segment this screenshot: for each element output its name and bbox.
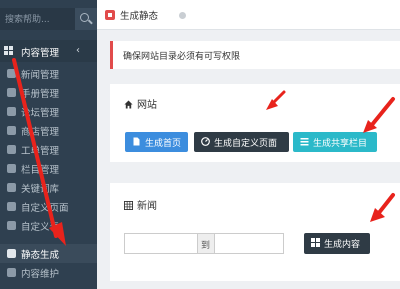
sidebar-item-keywords[interactable]: 关键词库 — [0, 178, 97, 197]
sidebar-item-news[interactable]: 新闻管理 — [0, 64, 97, 83]
comments-icon — [7, 107, 16, 116]
generate-content-button[interactable]: 生成内容 — [304, 233, 370, 254]
sidebar-item-label: 新闻管理 — [21, 70, 60, 81]
sidebar-item-custom-table[interactable]: 自定义表 — [0, 216, 97, 235]
sidebar-item-label: 论坛管理 — [21, 108, 60, 119]
sidebar-parent-label: 内容管理 — [21, 48, 60, 59]
sidebar-item-content-management[interactable]: 内容管理 ‹ — [0, 40, 97, 62]
grid-icon — [4, 46, 14, 56]
site-panel-title: 网站 — [124, 96, 157, 111]
sidebar-item-columns[interactable]: 栏目管理 — [0, 159, 97, 178]
range-to-input[interactable] — [214, 233, 284, 254]
button-label: 生成共享栏目 — [313, 139, 368, 149]
site-panel-title-text: 网站 — [137, 100, 157, 111]
range-separator-text: 到 — [201, 241, 211, 251]
button-label: 生成内容 — [324, 240, 361, 250]
range-separator: 到 — [197, 233, 215, 254]
table-icon — [7, 221, 16, 230]
tab-bar: 生成静态 — [97, 0, 400, 30]
generate-custom-page-button[interactable]: 生成自定义页面 — [194, 132, 289, 152]
book-icon — [7, 88, 16, 97]
sidebar-item-label: 内容维护 — [21, 269, 60, 280]
search-input[interactable]: 搜索帮助... — [5, 12, 50, 25]
page-icon — [7, 202, 16, 211]
search-icon[interactable] — [75, 8, 97, 30]
button-label: 生成首页 — [145, 139, 182, 149]
sidebar-item-label: 工单管理 — [21, 146, 60, 157]
sidebar-item-static-generate[interactable]: 静态生成 — [0, 244, 97, 263]
sidebar: 搜索帮助... 内容管理 ‹ 新闻管理 手册管理 论坛管理 商店管理 工单管理 … — [0, 0, 97, 289]
sidebar-item-maintenance[interactable]: 内容维护 — [0, 263, 97, 282]
sidebar-item-manual[interactable]: 手册管理 — [0, 83, 97, 102]
tab-icon — [105, 10, 115, 20]
grid-icon — [311, 238, 320, 247]
generate-shared-column-button[interactable]: 生成共享栏目 — [293, 132, 377, 152]
chevron-left-icon: ‹ — [76, 45, 80, 56]
button-label: 生成自定义页面 — [214, 139, 278, 149]
alert-text: 确保网站目录必须有可写权限 — [123, 52, 241, 62]
wrench-icon — [7, 268, 16, 277]
news-panel: 新闻 — [110, 183, 400, 281]
sidebar-item-shop[interactable]: 商店管理 — [0, 121, 97, 140]
table-icon — [124, 201, 133, 210]
app-window: 搜索帮助... 内容管理 ‹ 新闻管理 手册管理 论坛管理 商店管理 工单管理 … — [0, 0, 400, 289]
dashboard-icon — [201, 137, 210, 146]
sidebar-item-label: 手册管理 — [21, 89, 60, 100]
file-icon — [7, 249, 16, 258]
tab-label: 生成静态 — [120, 11, 159, 22]
sidebar-item-custom-page[interactable]: 自定义页面 — [0, 197, 97, 216]
news-panel-title: 新闻 — [124, 197, 157, 212]
list-icon — [7, 69, 16, 78]
sidebar-item-label: 栏目管理 — [21, 165, 60, 176]
sidebar-item-ticket[interactable]: 工单管理 — [0, 140, 97, 159]
search-box[interactable]: 搜索帮助... — [0, 8, 97, 30]
sidebar-item-label: 商店管理 — [21, 127, 60, 138]
home-icon — [124, 100, 133, 109]
list-icon — [300, 137, 309, 146]
file-icon — [132, 137, 141, 146]
news-panel-title-text: 新闻 — [137, 201, 157, 212]
sidebar-item-label: 静态生成 — [21, 250, 60, 261]
sidebar-item-forum[interactable]: 论坛管理 — [0, 102, 97, 121]
close-icon[interactable] — [179, 12, 186, 19]
range-from-input[interactable] — [124, 233, 198, 254]
cart-icon — [7, 126, 16, 135]
ticket-icon — [7, 145, 16, 154]
tag-icon — [7, 183, 16, 192]
sidebar-item-label: 自定义页面 — [21, 203, 69, 214]
site-panel: 网站 生成首页 生成自定义页面 生成共享栏目 — [110, 84, 400, 162]
sidebar-item-label: 关键词库 — [21, 184, 60, 195]
generate-home-button[interactable]: 生成首页 — [125, 132, 188, 152]
permission-alert: 确保网站目录必须有可写权限 — [110, 41, 400, 69]
columns-icon — [7, 164, 16, 173]
sidebar-item-label: 自定义表 — [21, 222, 60, 233]
